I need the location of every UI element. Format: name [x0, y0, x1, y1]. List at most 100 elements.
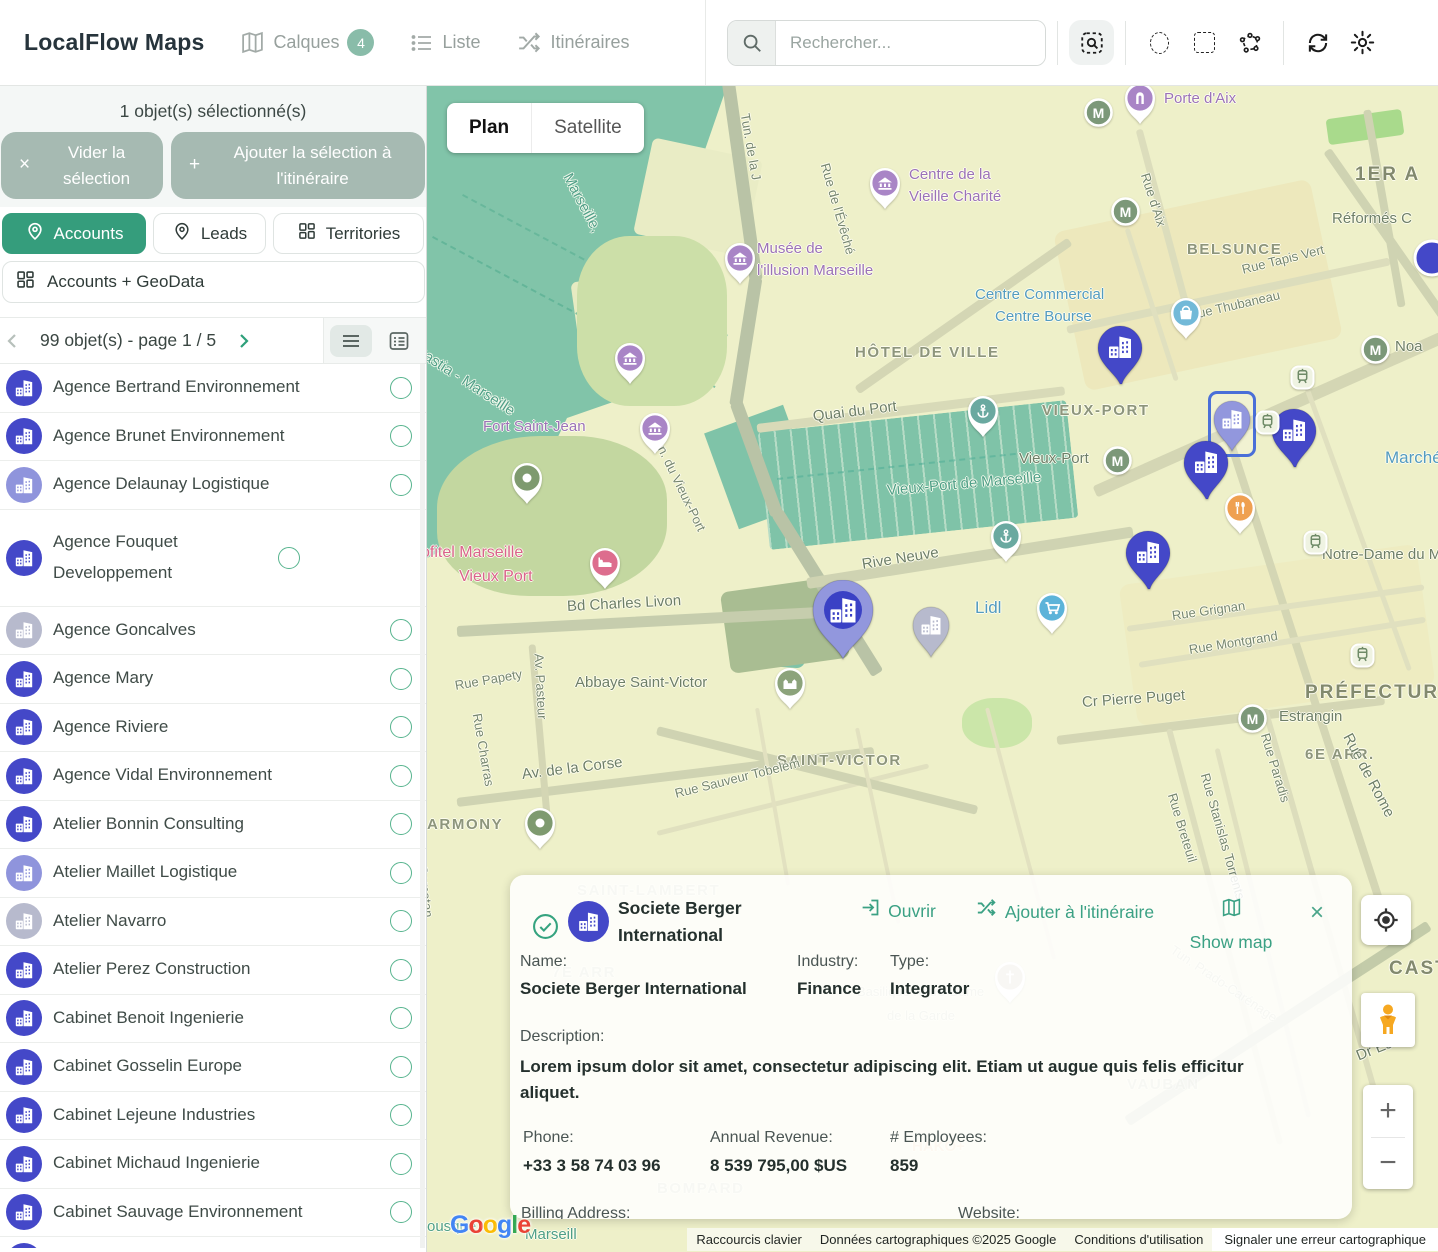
account-select-radio[interactable] — [390, 910, 412, 932]
accounts-geodata-button[interactable]: Accounts + GeoData — [2, 261, 425, 303]
pegman-button[interactable] — [1361, 993, 1415, 1047]
zoom-in-button[interactable]: + — [1363, 1085, 1413, 1137]
open-account-button[interactable]: Ouvrir — [850, 897, 946, 925]
tram-stop-icon[interactable] — [1255, 410, 1280, 435]
account-map-pin[interactable] — [1096, 325, 1144, 385]
museum-poi-pin[interactable] — [612, 340, 648, 385]
account-select-radio[interactable] — [390, 1056, 412, 1078]
dot-poi-pin[interactable] — [522, 805, 558, 850]
account-select-radio[interactable] — [390, 765, 412, 787]
settings-button[interactable] — [1340, 20, 1385, 65]
account-map-pin[interactable] — [1412, 238, 1438, 278]
anchor-poi-pin[interactable] — [988, 518, 1024, 563]
account-list-item[interactable]: Atelier Navarro — [0, 898, 426, 947]
bed-poi-pin[interactable] — [587, 545, 623, 590]
nav-itineraires[interactable]: Itinéraires — [517, 30, 630, 56]
tab-accounts[interactable]: Accounts — [2, 213, 146, 254]
account-select-radio[interactable] — [390, 959, 412, 981]
account-list-item[interactable]: Agence Brunet Environnement — [0, 413, 426, 462]
zoom-out-button[interactable]: − — [1363, 1137, 1413, 1189]
abbey-poi-pin[interactable] — [772, 665, 808, 710]
account-list-item[interactable]: Agence Riviere — [0, 704, 426, 753]
tram-stop-icon[interactable] — [1303, 530, 1328, 555]
account-list-item[interactable]: Agence Vidal Environnement — [0, 752, 426, 801]
metro-station-icon[interactable]: M — [1360, 334, 1391, 365]
show-map-button[interactable]: Show map — [1176, 897, 1286, 956]
map-label: ARMONY — [427, 816, 503, 833]
account-list-item[interactable]: Atelier Maillet Logistique — [0, 849, 426, 898]
dot-poi-pin[interactable] — [509, 460, 545, 505]
account-select-radio[interactable] — [390, 813, 412, 835]
account-select-radio[interactable] — [390, 668, 412, 690]
museum-poi-pin[interactable] — [637, 410, 673, 455]
account-map-pin[interactable] — [911, 606, 951, 658]
polygon-select-button[interactable] — [1227, 20, 1272, 65]
refresh-button[interactable] — [1295, 20, 1340, 65]
bag-poi-pin[interactable] — [1168, 295, 1204, 340]
account-list-item[interactable]: Agence Goncalves — [0, 607, 426, 656]
account-select-radio[interactable] — [278, 547, 300, 569]
account-list-item[interactable]: Agence Bertrand Environnement — [0, 364, 426, 413]
account-list-item[interactable]: Cabinet Benoit Ingenierie — [0, 995, 426, 1044]
account-map-pin[interactable] — [1124, 530, 1172, 590]
account-select-radio[interactable] — [390, 425, 412, 447]
report-error-link[interactable]: Signaler une erreur cartographique — [1212, 1228, 1438, 1251]
account-map-pin[interactable] — [811, 580, 875, 660]
terms-link[interactable]: Conditions d'utilisation — [1065, 1228, 1212, 1251]
account-name: Atelier Maillet Logistique — [53, 857, 390, 888]
prev-page-button[interactable] — [0, 328, 26, 354]
circle-select-button[interactable] — [1137, 20, 1182, 65]
area-search-button[interactable] — [1069, 20, 1114, 65]
compact-list-view-button[interactable] — [330, 325, 372, 357]
account-select-radio[interactable] — [390, 1007, 412, 1029]
map-canvas[interactable]: BELSUNCEHÔTEL DE VILLEVIEUX-PORTSAINT-VI… — [427, 86, 1438, 1252]
account-select-radio[interactable] — [390, 474, 412, 496]
fork-poi-pin[interactable] — [1222, 490, 1258, 535]
next-page-button[interactable] — [230, 328, 256, 354]
rect-select-button[interactable] — [1182, 20, 1227, 65]
account-list-item[interactable]: Cabinet Gosselin Europe — [0, 1043, 426, 1092]
monument-poi-pin[interactable] — [1122, 86, 1158, 125]
account-list-item[interactable]: Agence Delaunay Logistique — [0, 461, 426, 510]
add-to-route-button[interactable]: Ajouter à l'itinéraire — [970, 897, 1160, 926]
account-list-item[interactable]: Atelier Bonnin Consulting — [0, 801, 426, 850]
add-selection-to-route-button[interactable]: + Ajouter la sélection à l'itinéraire — [171, 132, 425, 199]
account-select-radio[interactable] — [390, 1153, 412, 1175]
close-card-button[interactable]: × — [1310, 901, 1324, 925]
search-input[interactable] — [776, 21, 1045, 65]
sidebar-scrollbar[interactable] — [420, 364, 425, 1248]
museum-poi-pin[interactable] — [867, 165, 903, 210]
account-select-radio[interactable] — [390, 1201, 412, 1223]
nav-calques[interactable]: Calques 4 — [240, 29, 374, 56]
metro-station-icon[interactable]: M — [1083, 97, 1114, 128]
account-list-item[interactable]: Cabinet Lejeune Industries — [0, 1092, 426, 1141]
tram-stop-icon[interactable] — [1290, 365, 1315, 390]
nav-liste[interactable]: Liste — [410, 31, 480, 55]
account-select-radio[interactable] — [390, 377, 412, 399]
account-list-item[interactable]: Agence Fouquet Developpement — [0, 510, 426, 607]
account-list-item[interactable]: Agence Mary — [0, 655, 426, 704]
account-select-radio[interactable] — [390, 716, 412, 738]
tab-leads[interactable]: Leads — [153, 213, 266, 254]
map-type-plan[interactable]: Plan — [447, 103, 532, 153]
account-list-item[interactable]: Atelier Perez Construction — [0, 946, 426, 995]
metro-station-icon[interactable]: M — [1110, 196, 1141, 227]
account-select-radio[interactable] — [390, 619, 412, 641]
account-select-radio[interactable] — [390, 1104, 412, 1126]
tab-territories[interactable]: Territories — [273, 213, 424, 254]
tram-stop-icon[interactable] — [1350, 643, 1375, 668]
account-list-item[interactable]: Cabinet Michaud Ingenierie — [0, 1140, 426, 1189]
clear-selection-button[interactable]: × Vider la sélection — [1, 132, 163, 199]
metro-station-icon[interactable]: M — [1237, 703, 1268, 734]
account-select-radio[interactable] — [390, 862, 412, 884]
cart-poi-pin[interactable] — [1034, 590, 1070, 635]
metro-station-icon[interactable]: M — [1102, 445, 1133, 476]
account-list-item[interactable]: Cabinet Sauvage Environnement — [0, 1189, 426, 1238]
detail-list-view-button[interactable] — [378, 325, 420, 357]
my-location-button[interactable] — [1361, 895, 1411, 945]
account-list-item[interactable]: Cabinet Thibault Construction — [0, 1237, 426, 1248]
anchor-poi-pin[interactable] — [965, 393, 1001, 438]
museum-poi-pin[interactable] — [722, 240, 758, 285]
map-type-satellite[interactable]: Satellite — [532, 103, 644, 153]
keyboard-shortcuts-link[interactable]: Raccourcis clavier — [687, 1228, 810, 1251]
